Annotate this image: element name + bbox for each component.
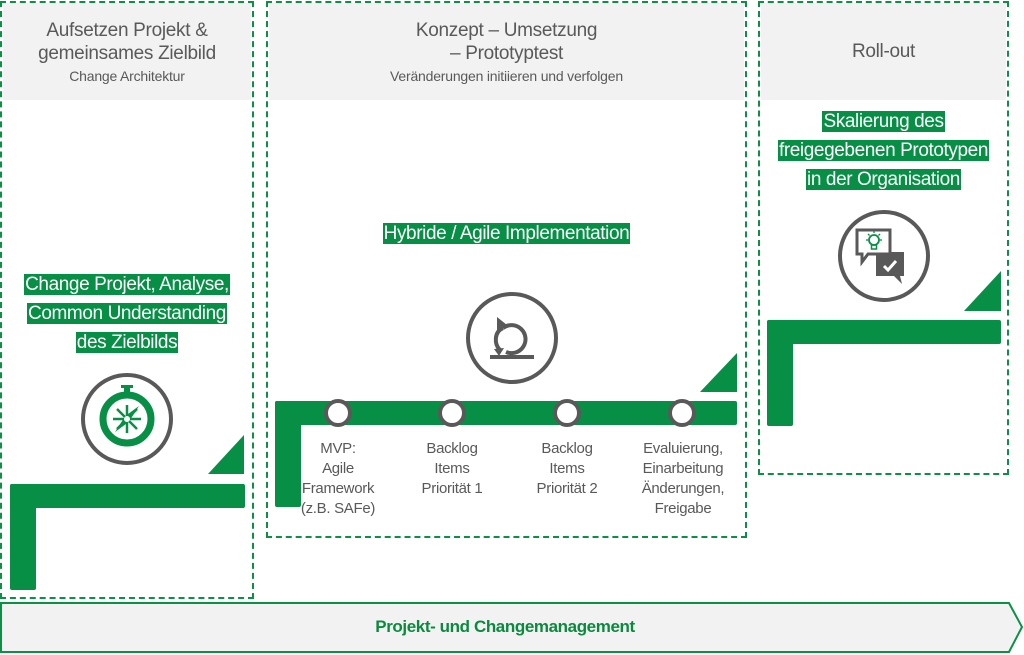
- phase-1-step-riser: [10, 484, 36, 590]
- phase-3-highlight-line-2: freigegebenen Prototypen: [777, 140, 990, 161]
- phase-1-highlight-line-2: Common Understanding: [27, 303, 227, 324]
- phase-1-step-bar: [10, 484, 245, 508]
- milestone-label-1-line: Agile: [322, 460, 354, 477]
- phase-3-header: Roll-out: [761, 3, 1006, 100]
- phase-1-header: Aufsetzen Projekt & gemeinsames Zielbild…: [3, 3, 251, 100]
- milestone-node-1: [324, 399, 352, 427]
- compass-icon: [99, 385, 155, 447]
- milestone-label-3-line: Priorität 2: [536, 480, 598, 497]
- phase-3-step-triangle: [964, 271, 1001, 311]
- phase-2-title-line-2: – Prototyptest: [449, 42, 564, 64]
- phase-2-highlight-line-1: Hybride / Agile Implementation: [382, 223, 631, 244]
- phase-1-highlight-line-1: Change Projekt, Analyse,: [24, 274, 230, 295]
- milestone-label-1-line: MVP:: [320, 440, 356, 457]
- phase-3-highlight: Skalierung des freigegebenen Prototypen …: [761, 109, 1006, 193]
- milestone-label-2-line: Backlog: [426, 440, 478, 457]
- change-management-label: Projekt- und Changemanagement: [375, 617, 635, 636]
- phase-3-highlight-line-3: in der Organisation: [806, 169, 961, 190]
- phase-2-header: Konzept – Umsetzung – Prototyptest Verän…: [269, 3, 744, 100]
- milestone-label-3-line: Backlog: [541, 440, 593, 457]
- phase-3-title: Roll-out: [851, 41, 916, 62]
- milestone-label-4-line: Freigabe: [654, 500, 712, 517]
- milestone-node-3: [553, 399, 581, 427]
- phase-3-step-riser: [767, 320, 793, 426]
- milestone-label-4-line: Einarbeitung: [642, 460, 724, 477]
- milestone-label-3-line: Items: [549, 460, 585, 477]
- phase-1-highlight: Change Projekt, Analyse, Common Understa…: [3, 272, 251, 356]
- phase-3-highlight-line-1: Skalierung des: [822, 111, 945, 132]
- milestone-label-2-line: Items: [434, 460, 470, 477]
- milestone-label-4-line: Änderungen,: [641, 480, 725, 497]
- milestone-label-3: Backlog Items Priorität 2: [512, 439, 622, 499]
- phase-1-title-line-1: Aufsetzen Projekt &: [46, 19, 208, 41]
- idea-approval-chat-icon: [855, 228, 904, 284]
- phase-1-highlight-line-3: des Zielbilds: [75, 332, 179, 353]
- phase-2-subtitle: Veränderungen initiieren und verfolgen: [390, 67, 623, 84]
- milestone-label-1-line: (z.B. SAFe): [300, 500, 376, 517]
- milestone-label-1: MVP: Agile Framework (z.B. SAFe): [283, 439, 393, 519]
- milestone-label-1-line: Framework: [301, 480, 375, 497]
- phase-2-highlight: Hybride / Agile Implementation: [269, 221, 744, 247]
- phase-2-step-triangle: [700, 353, 737, 392]
- phase-2-title-line-1: Konzept – Umsetzung: [415, 19, 598, 41]
- phase-1-title-line-2: gemeinsames Zielbild: [38, 42, 216, 64]
- milestone-label-2: Backlog Items Priorität 1: [397, 439, 507, 499]
- phase-3-step-bar: [767, 320, 1001, 344]
- milestone-label-4: Evaluierung, Einarbeitung Änderungen, Fr…: [628, 439, 738, 519]
- milestone-node-4: [668, 399, 696, 427]
- phase-1-subtitle: Change Architektur: [69, 67, 185, 84]
- milestone-label-4-line: Evaluierung,: [643, 440, 723, 457]
- milestone-label-2-line: Priorität 1: [421, 480, 483, 497]
- phase-1-step-triangle: [208, 435, 244, 474]
- agile-loop-icon: [490, 317, 534, 359]
- milestone-node-2: [438, 399, 466, 427]
